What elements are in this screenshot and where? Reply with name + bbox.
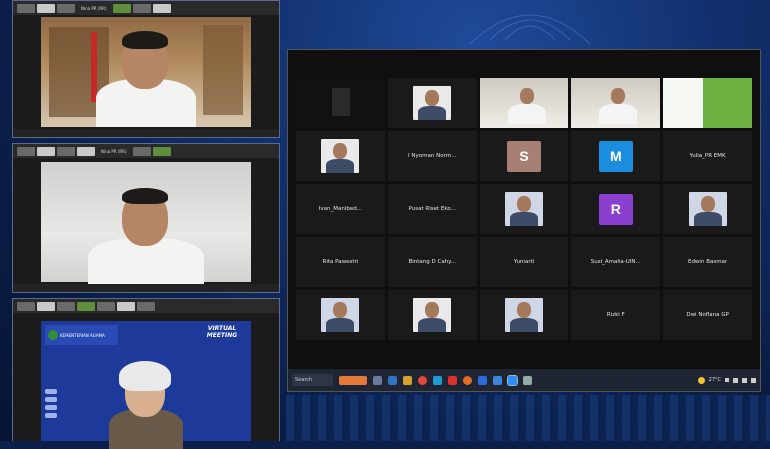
file-explorer-icon[interactable] [403,375,412,385]
participant-tile[interactable]: Yulia_PR EMK [663,131,752,181]
participant-avatar: M [598,140,633,172]
firefox-icon[interactable] [463,375,472,385]
opera-icon[interactable] [448,375,457,385]
zoom-icon[interactable] [507,374,518,386]
participant-name: Yuniarti [513,259,535,265]
participant-tile[interactable] [296,131,385,181]
participant-tile[interactable] [479,290,569,340]
participant-tile[interactable]: Rizki F [571,290,661,340]
participant-video [571,78,661,128]
participant-person [101,355,191,449]
video-controls-bar[interactable] [13,284,279,292]
search-label: Search [295,377,313,383]
edge-icon[interactable] [388,375,397,385]
participant-person [86,17,206,127]
participant-video [296,78,385,128]
background-border-pattern [286,395,770,441]
participant-name: I Nyoman Norm... [408,153,457,159]
participant-tile[interactable]: Rita Pawestri [296,237,385,287]
participant-avatar: R [598,193,633,225]
participant-tile[interactable] [387,290,477,340]
participant-tile[interactable]: R [571,184,661,234]
windows-taskbar: Search 27°C [288,369,760,391]
video-controls-bar[interactable] [13,129,279,137]
battery-icon[interactable] [751,377,756,383]
widgets-icon[interactable] [339,375,367,385]
system-tray: 27°C [697,376,756,384]
participant-strip: Nina PR (RR) [13,1,279,15]
participant-name: Dwi Noflana GP [686,312,729,318]
task-view-icon[interactable] [373,375,382,385]
video-frame-2[interactable]: Nina PR (RR) [12,143,280,293]
participant-profile-photo [413,86,452,120]
ministry-emblem-icon [48,330,58,340]
temperature: 27°C [708,377,721,383]
participant-name: Edwin Basmar [687,259,728,265]
participant-tile[interactable]: Susi_Amalia-UIN... [571,237,661,287]
participant-video [479,78,569,128]
participant-avatar: S [506,140,541,172]
participant-name: Ivan_Manibed... [318,206,363,212]
org-logo: KEMENTERIAN AGAMA [45,325,118,345]
participant-tile[interactable]: M [571,131,661,181]
participant-person [76,168,216,286]
slide-title: VIRTUAL MEETING [206,325,238,339]
participant-profile-photo [688,192,727,226]
participant-tile[interactable]: Dwi Noflana GP [663,290,752,340]
weather-icon [697,376,705,384]
speaker-video [41,162,251,286]
network-icon[interactable] [733,377,738,383]
participant-tile[interactable] [663,184,752,234]
participant-tile[interactable] [296,290,385,340]
participant-name: Bintang D Cahy... [408,259,456,265]
participant-name: Susi_Amalia-UIN... [590,259,641,265]
participant-tile[interactable]: Bintang D Cahy... [387,237,477,287]
zoom-gallery-window[interactable]: I Nyoman Norm... S M Yulia_PR EMK Ivan_Manib… [287,49,761,392]
app-icon-2[interactable] [523,375,532,385]
participant-name: Rita Pawestri [322,259,359,265]
participant-profile-photo [413,298,452,332]
participant-tile[interactable] [296,78,385,128]
virtual-background-video: KEMENTERIAN AGAMA VIRTUAL MEETING [41,321,251,449]
participant-tile[interactable]: S [479,131,569,181]
word-icon[interactable] [478,375,487,385]
store-icon[interactable] [433,375,442,385]
chevron-up-icon[interactable] [725,378,729,382]
participant-tile[interactable] [479,184,569,234]
video-frame-3[interactable]: KEMENTERIAN AGAMA VIRTUAL MEETING [12,298,280,449]
participant-name: Yulia_PR EMK [689,153,726,159]
participant-tile[interactable] [663,78,752,128]
slide-menu [45,389,57,437]
participant-tile[interactable] [571,78,661,128]
participant-strip: Nina PR (RR) [13,144,279,158]
participant-tile[interactable]: Yuniarti [479,237,569,287]
participant-tile[interactable]: Pusat Riset Eko... [387,184,477,234]
participant-tile[interactable] [387,78,477,128]
strip-label: Nina PR (RR) [81,5,107,11]
participant-tile[interactable]: I Nyoman Norm... [387,131,477,181]
participant-profile-photo [504,192,543,226]
slide-org: KEMENTERIAN AGAMA [60,332,105,338]
participant-profile-photo [321,139,360,173]
participant-tile[interactable]: Ivan_Manibed... [296,184,385,234]
participant-name: Rizki F [606,312,625,318]
volume-icon[interactable] [742,377,747,383]
video-frame-1[interactable]: Nina PR (RR) [12,0,280,138]
background-ornament [469,14,591,45]
participant-profile-photo [504,298,543,332]
taskbar-search[interactable]: Search [292,374,333,386]
participant-grid: I Nyoman Norm... S M Yulia_PR EMK Ivan_Manib… [296,78,752,340]
speaker-video [41,17,251,127]
participant-strip [13,299,279,313]
participant-name: Pusat Riset Eko... [408,206,456,212]
participant-tile[interactable]: Edwin Basmar [663,237,752,287]
app-icon[interactable] [493,375,502,385]
shared-screen-thumbnail [663,78,752,128]
chrome-icon[interactable] [418,375,427,385]
strip-label: Nina PR (RR) [101,148,127,154]
participant-tile[interactable] [479,78,569,128]
participant-profile-photo [321,298,360,332]
